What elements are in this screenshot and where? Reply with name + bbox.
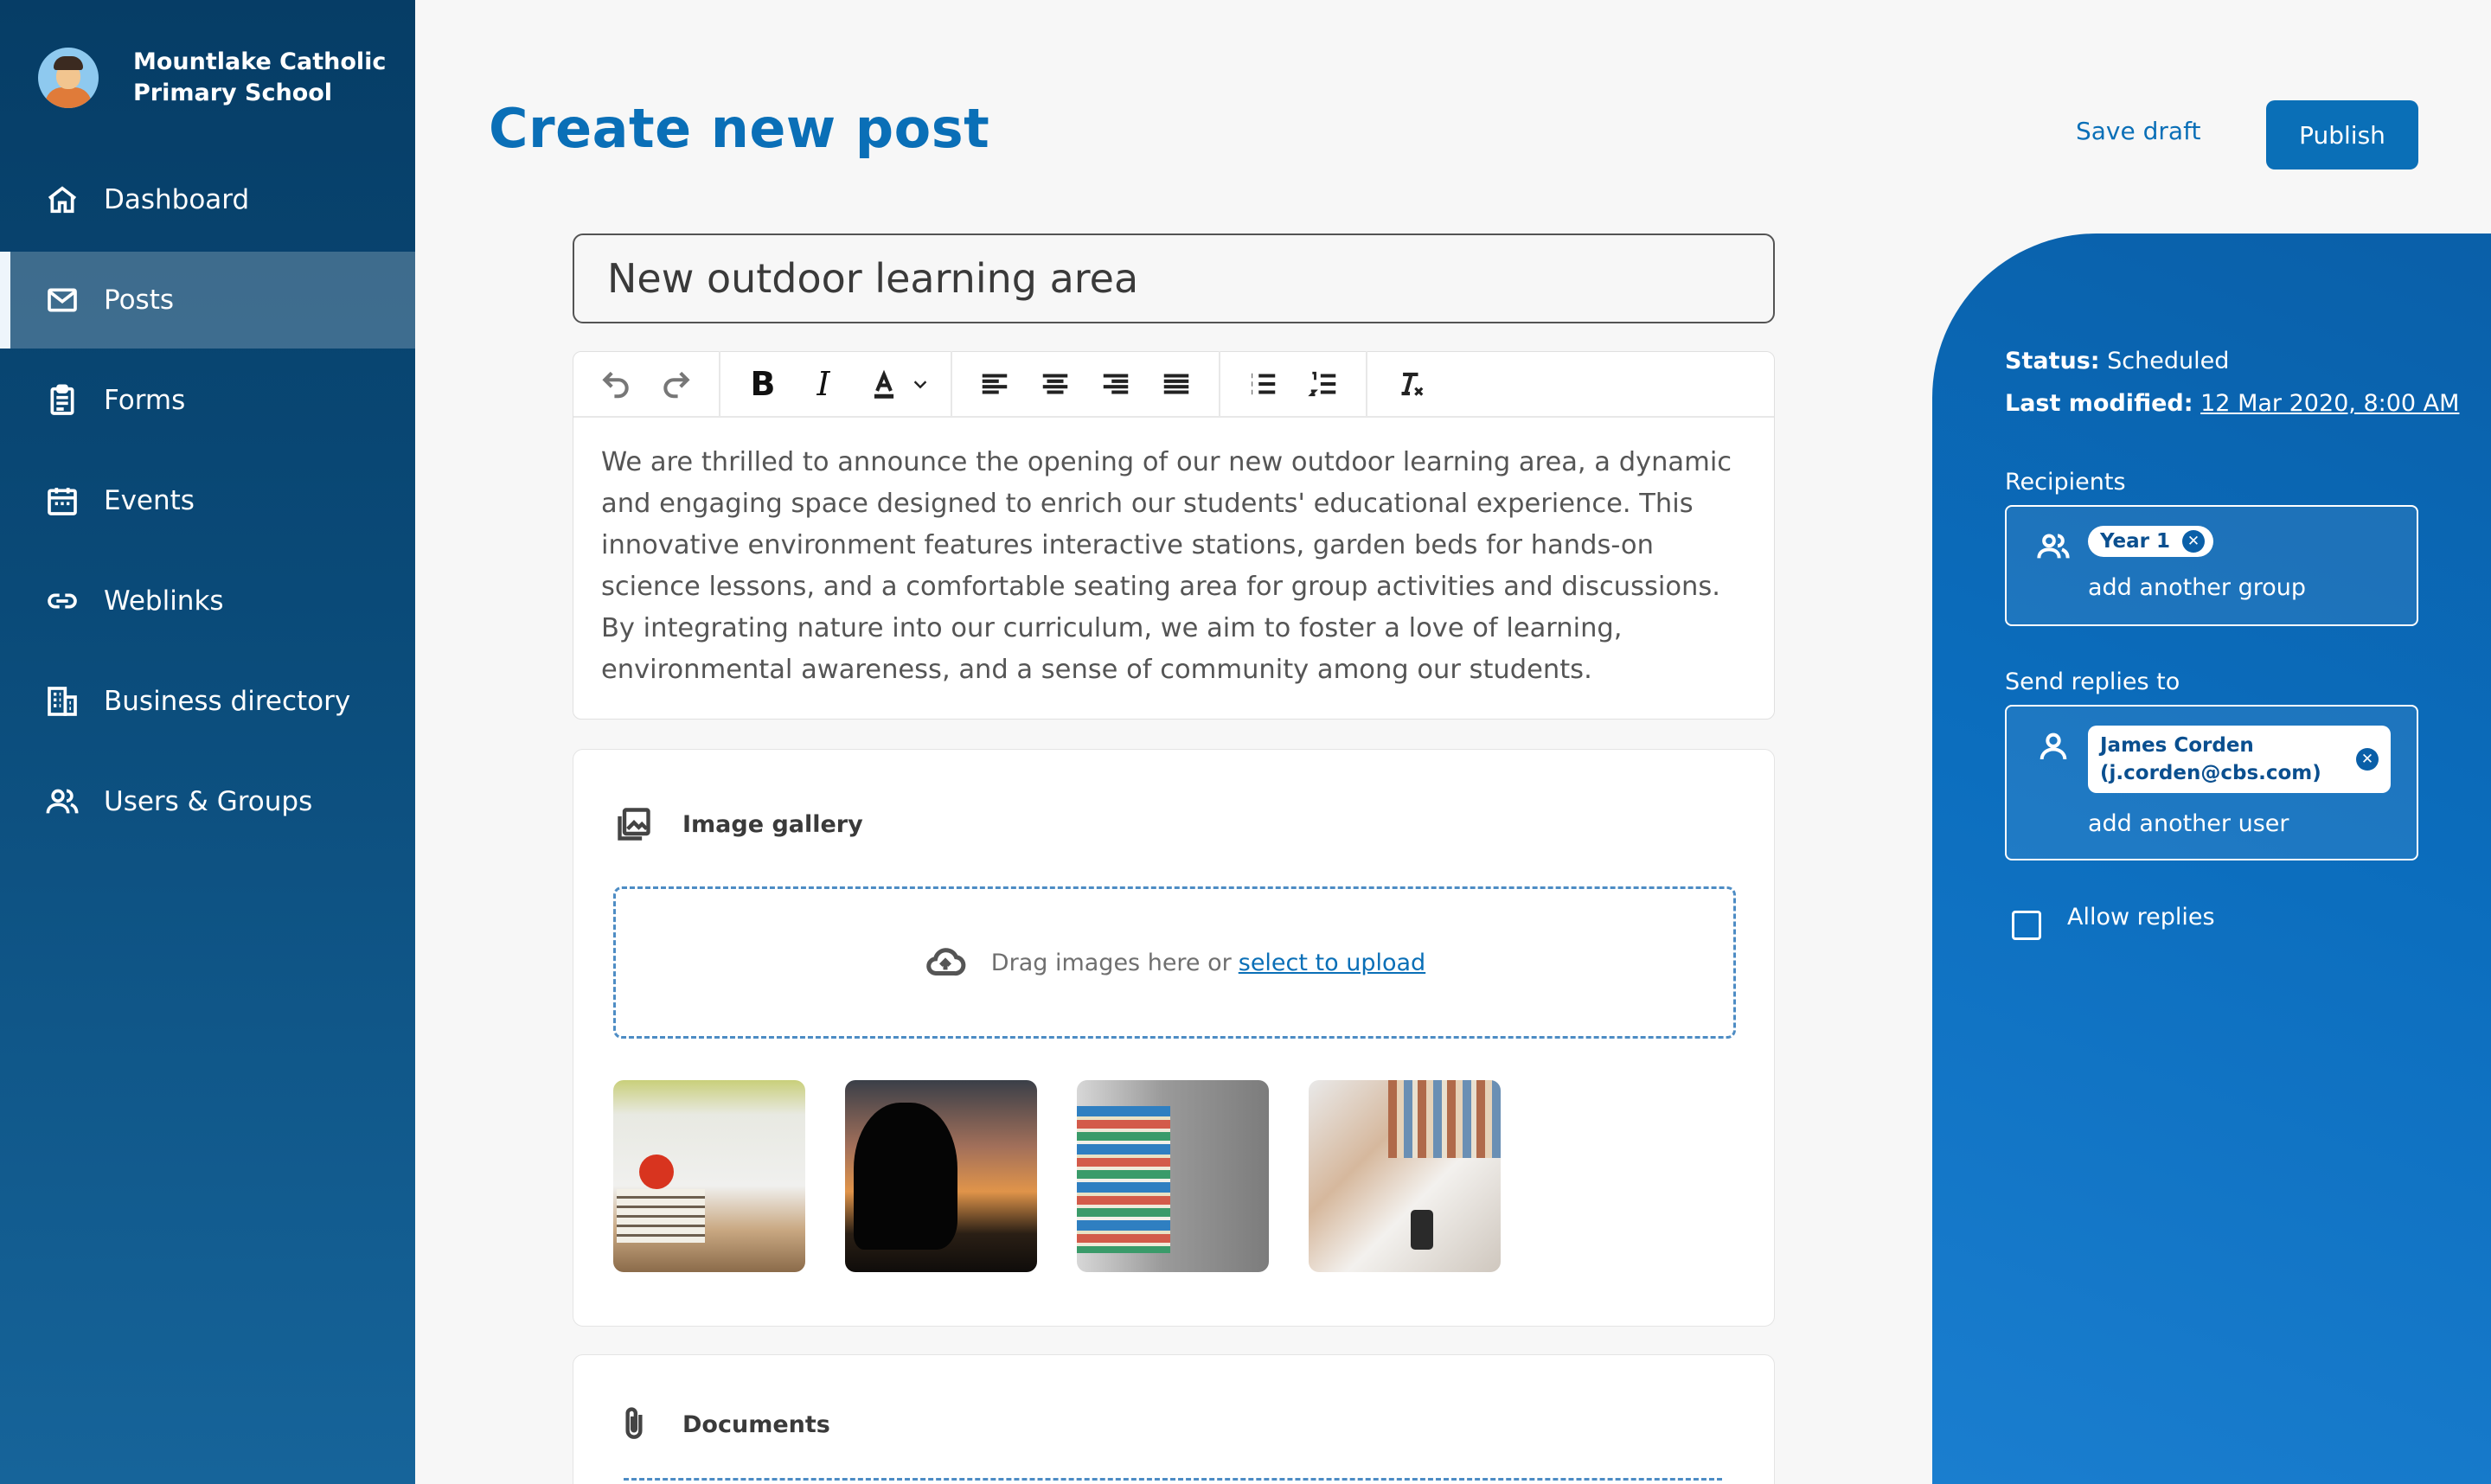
gallery-image-reading-silhouette[interactable] xyxy=(845,1080,1037,1272)
image-dropzone[interactable]: Drag images here or select to upload xyxy=(613,886,1736,1039)
remove-chip-icon[interactable]: ✕ xyxy=(2356,748,2379,771)
allow-replies-checkbox[interactable] xyxy=(2012,911,2041,940)
cloud-upload-icon xyxy=(926,948,966,976)
sidebar-item-label: Forms xyxy=(104,385,186,416)
align-right-icon[interactable] xyxy=(1092,360,1140,408)
image-gallery-card: Image gallery Drag images here or select… xyxy=(573,749,1775,1327)
gallery-image-book-stack[interactable] xyxy=(1077,1080,1269,1272)
sidebar-item-label: Events xyxy=(104,485,195,516)
clipboard-icon xyxy=(45,383,80,418)
users-icon xyxy=(45,784,80,819)
publish-button[interactable]: Publish xyxy=(2266,100,2418,170)
home-icon xyxy=(45,182,80,217)
calendar-icon xyxy=(45,483,80,518)
sidebar-item-label: Dashboard xyxy=(104,184,250,215)
sidebar-item-posts[interactable]: Posts xyxy=(0,252,415,349)
reply-user-chip[interactable]: James Corden (j.corden@cbs.com) ✕ xyxy=(2088,726,2391,793)
last-modified-line: Last modified: 12 Mar 2020, 8:00 AM xyxy=(2005,390,2460,417)
rich-text-editor: B I We are thrilled to announce the open… xyxy=(573,351,1775,720)
sidebar-item-business-directory[interactable]: Business directory xyxy=(0,653,415,750)
add-another-group[interactable]: add another group xyxy=(2088,574,2306,601)
sidebar-item-label: Users & Groups xyxy=(104,786,313,817)
bullet-list-icon[interactable] xyxy=(1239,360,1287,408)
brand[interactable]: Mountlake Catholic Primary School xyxy=(38,47,393,109)
status-line: Status: Scheduled xyxy=(2005,348,2230,374)
paperclip-icon xyxy=(625,1407,643,1439)
image-gallery-heading: Image gallery xyxy=(615,805,863,843)
last-modified-value[interactable]: 12 Mar 2020, 8:00 AM xyxy=(2200,390,2459,417)
add-another-user[interactable]: add another user xyxy=(2088,810,2289,837)
image-thumbnails xyxy=(613,1080,1540,1272)
status-value: Scheduled xyxy=(2107,348,2230,374)
sidebar-item-label: Posts xyxy=(104,285,175,316)
italic-icon[interactable]: I xyxy=(799,360,848,408)
sidebar-item-weblinks[interactable]: Weblinks xyxy=(0,553,415,649)
sidebar: Mountlake Catholic Primary School Dashbo… xyxy=(0,0,415,1484)
building-icon xyxy=(45,684,80,719)
sidebar-item-dashboard[interactable]: Dashboard xyxy=(0,151,415,248)
chevron-down-icon[interactable] xyxy=(908,360,932,408)
post-body-text[interactable]: We are thrilled to announce the opening … xyxy=(573,418,1774,691)
font-color-icon[interactable] xyxy=(860,360,908,408)
editor-toolbar: B I xyxy=(573,351,1774,418)
align-left-icon[interactable] xyxy=(970,360,1019,408)
sidebar-item-events[interactable]: Events xyxy=(0,452,415,549)
documents-dropzone[interactable] xyxy=(624,1478,1722,1481)
group-icon xyxy=(2037,534,2070,559)
select-to-upload-link[interactable]: select to upload xyxy=(1239,950,1425,976)
undo-icon[interactable] xyxy=(592,360,640,408)
bold-icon[interactable]: B xyxy=(739,360,787,408)
post-title-input[interactable]: New outdoor learning area xyxy=(573,233,1775,323)
clear-format-icon[interactable] xyxy=(1386,360,1434,408)
post-settings-panel: Status: Scheduled Last modified: 12 Mar … xyxy=(1932,233,2491,1484)
user-icon xyxy=(2040,732,2067,760)
school-name: Mountlake Catholic Primary School xyxy=(133,48,387,106)
send-replies-label: Send replies to xyxy=(2005,668,2180,695)
recipient-chip-year-1[interactable]: Year 1 ✕ xyxy=(2088,526,2214,557)
link-icon xyxy=(45,584,80,618)
numbered-list-icon[interactable] xyxy=(1299,360,1348,408)
sidebar-nav: Dashboard Posts Forms Events Weblinks Bu… xyxy=(0,151,415,854)
save-draft-button[interactable]: Save draft xyxy=(2076,117,2200,145)
image-gallery-icon xyxy=(618,808,650,841)
school-logo xyxy=(38,48,99,108)
documents-heading: Documents xyxy=(615,1405,830,1443)
remove-chip-icon[interactable]: ✕ xyxy=(2182,530,2206,553)
sidebar-item-users-groups[interactable]: Users & Groups xyxy=(0,753,415,850)
sidebar-item-label: Weblinks xyxy=(104,585,224,617)
dropzone-text: Drag images here or xyxy=(990,949,1232,976)
gallery-image-apple-on-books[interactable] xyxy=(613,1080,805,1272)
reply-to-box[interactable]: James Corden (j.corden@cbs.com) ✕ add an… xyxy=(2005,705,2418,860)
allow-replies-label[interactable]: Allow replies xyxy=(2067,904,2215,931)
recipients-box[interactable]: Year 1 ✕ add another group xyxy=(2005,505,2418,626)
redo-icon[interactable] xyxy=(652,360,701,408)
sidebar-item-forms[interactable]: Forms xyxy=(0,352,415,449)
align-center-icon[interactable] xyxy=(1031,360,1079,408)
align-justify-icon[interactable] xyxy=(1152,360,1201,408)
sidebar-item-label: Business directory xyxy=(104,686,351,717)
gallery-image-desk-with-books[interactable] xyxy=(1309,1080,1501,1272)
documents-card: Documents xyxy=(573,1354,1775,1484)
page-title: Create new post xyxy=(489,97,990,160)
recipients-label: Recipients xyxy=(2005,469,2126,496)
envelope-icon xyxy=(45,283,80,317)
